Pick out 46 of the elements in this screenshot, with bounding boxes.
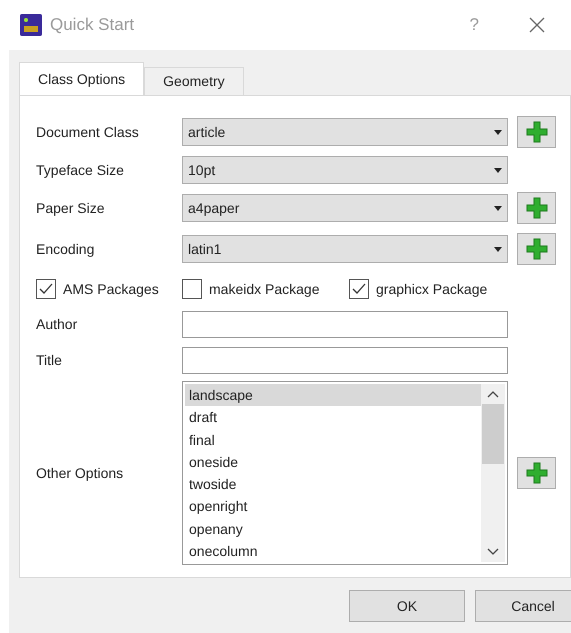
- list-item[interactable]: twoside: [185, 473, 481, 496]
- caret-icon: [494, 130, 502, 134]
- plus-icon: [524, 237, 548, 261]
- field-label: Other Options: [36, 464, 124, 483]
- dropdown[interactable]: latin1: [182, 235, 508, 263]
- list-item[interactable]: final: [185, 428, 481, 451]
- field-label: Title: [36, 350, 63, 370]
- check-icon: [39, 283, 53, 295]
- list-item[interactable]: openany: [185, 518, 481, 540]
- list-item[interactable]: onecolumn: [185, 540, 481, 562]
- checkbox[interactable]: makeidx Package: [182, 278, 349, 300]
- dropdown[interactable]: 10pt: [182, 156, 508, 184]
- input-field[interactable]: [182, 346, 508, 374]
- list-item[interactable]: openright: [185, 495, 481, 518]
- scrollbar[interactable]: [481, 384, 505, 562]
- dialog-button[interactable]: OK: [349, 590, 465, 622]
- list-item[interactable]: draft: [185, 406, 481, 428]
- app-icon: [20, 14, 42, 36]
- add-button[interactable]: [517, 457, 556, 489]
- plus-icon: [524, 120, 548, 144]
- field-label: Encoding: [36, 240, 96, 259]
- list-item[interactable]: landscape: [185, 384, 481, 406]
- dropdown[interactable]: a4paper: [182, 194, 508, 222]
- plus-icon: [524, 461, 548, 485]
- field-label: Author: [36, 314, 78, 334]
- tab[interactable]: Class Options: [19, 62, 144, 95]
- input-field[interactable]: [182, 310, 508, 338]
- close-icon[interactable]: [529, 17, 545, 33]
- tab[interactable]: Geometry: [144, 67, 244, 95]
- field-label: Document Class: [36, 122, 140, 142]
- dropdown[interactable]: article: [182, 118, 508, 146]
- caret-icon: [494, 168, 502, 172]
- add-button[interactable]: [517, 116, 556, 148]
- add-button[interactable]: [517, 192, 556, 224]
- field-label: Typeface Size: [36, 160, 125, 180]
- add-button[interactable]: [517, 233, 556, 265]
- check-icon: [352, 283, 366, 295]
- caret-icon: [494, 246, 502, 252]
- plus-icon: [524, 196, 548, 220]
- window-title: Quick Start: [50, 14, 134, 36]
- field-label: Paper Size: [36, 198, 106, 218]
- checkbox[interactable]: graphicx Package: [349, 278, 488, 300]
- caret-icon: [494, 206, 502, 210]
- checkbox[interactable]: AMS Packages: [36, 278, 182, 300]
- dialog-button[interactable]: Cancel: [475, 590, 571, 622]
- list-item[interactable]: oneside: [185, 450, 481, 473]
